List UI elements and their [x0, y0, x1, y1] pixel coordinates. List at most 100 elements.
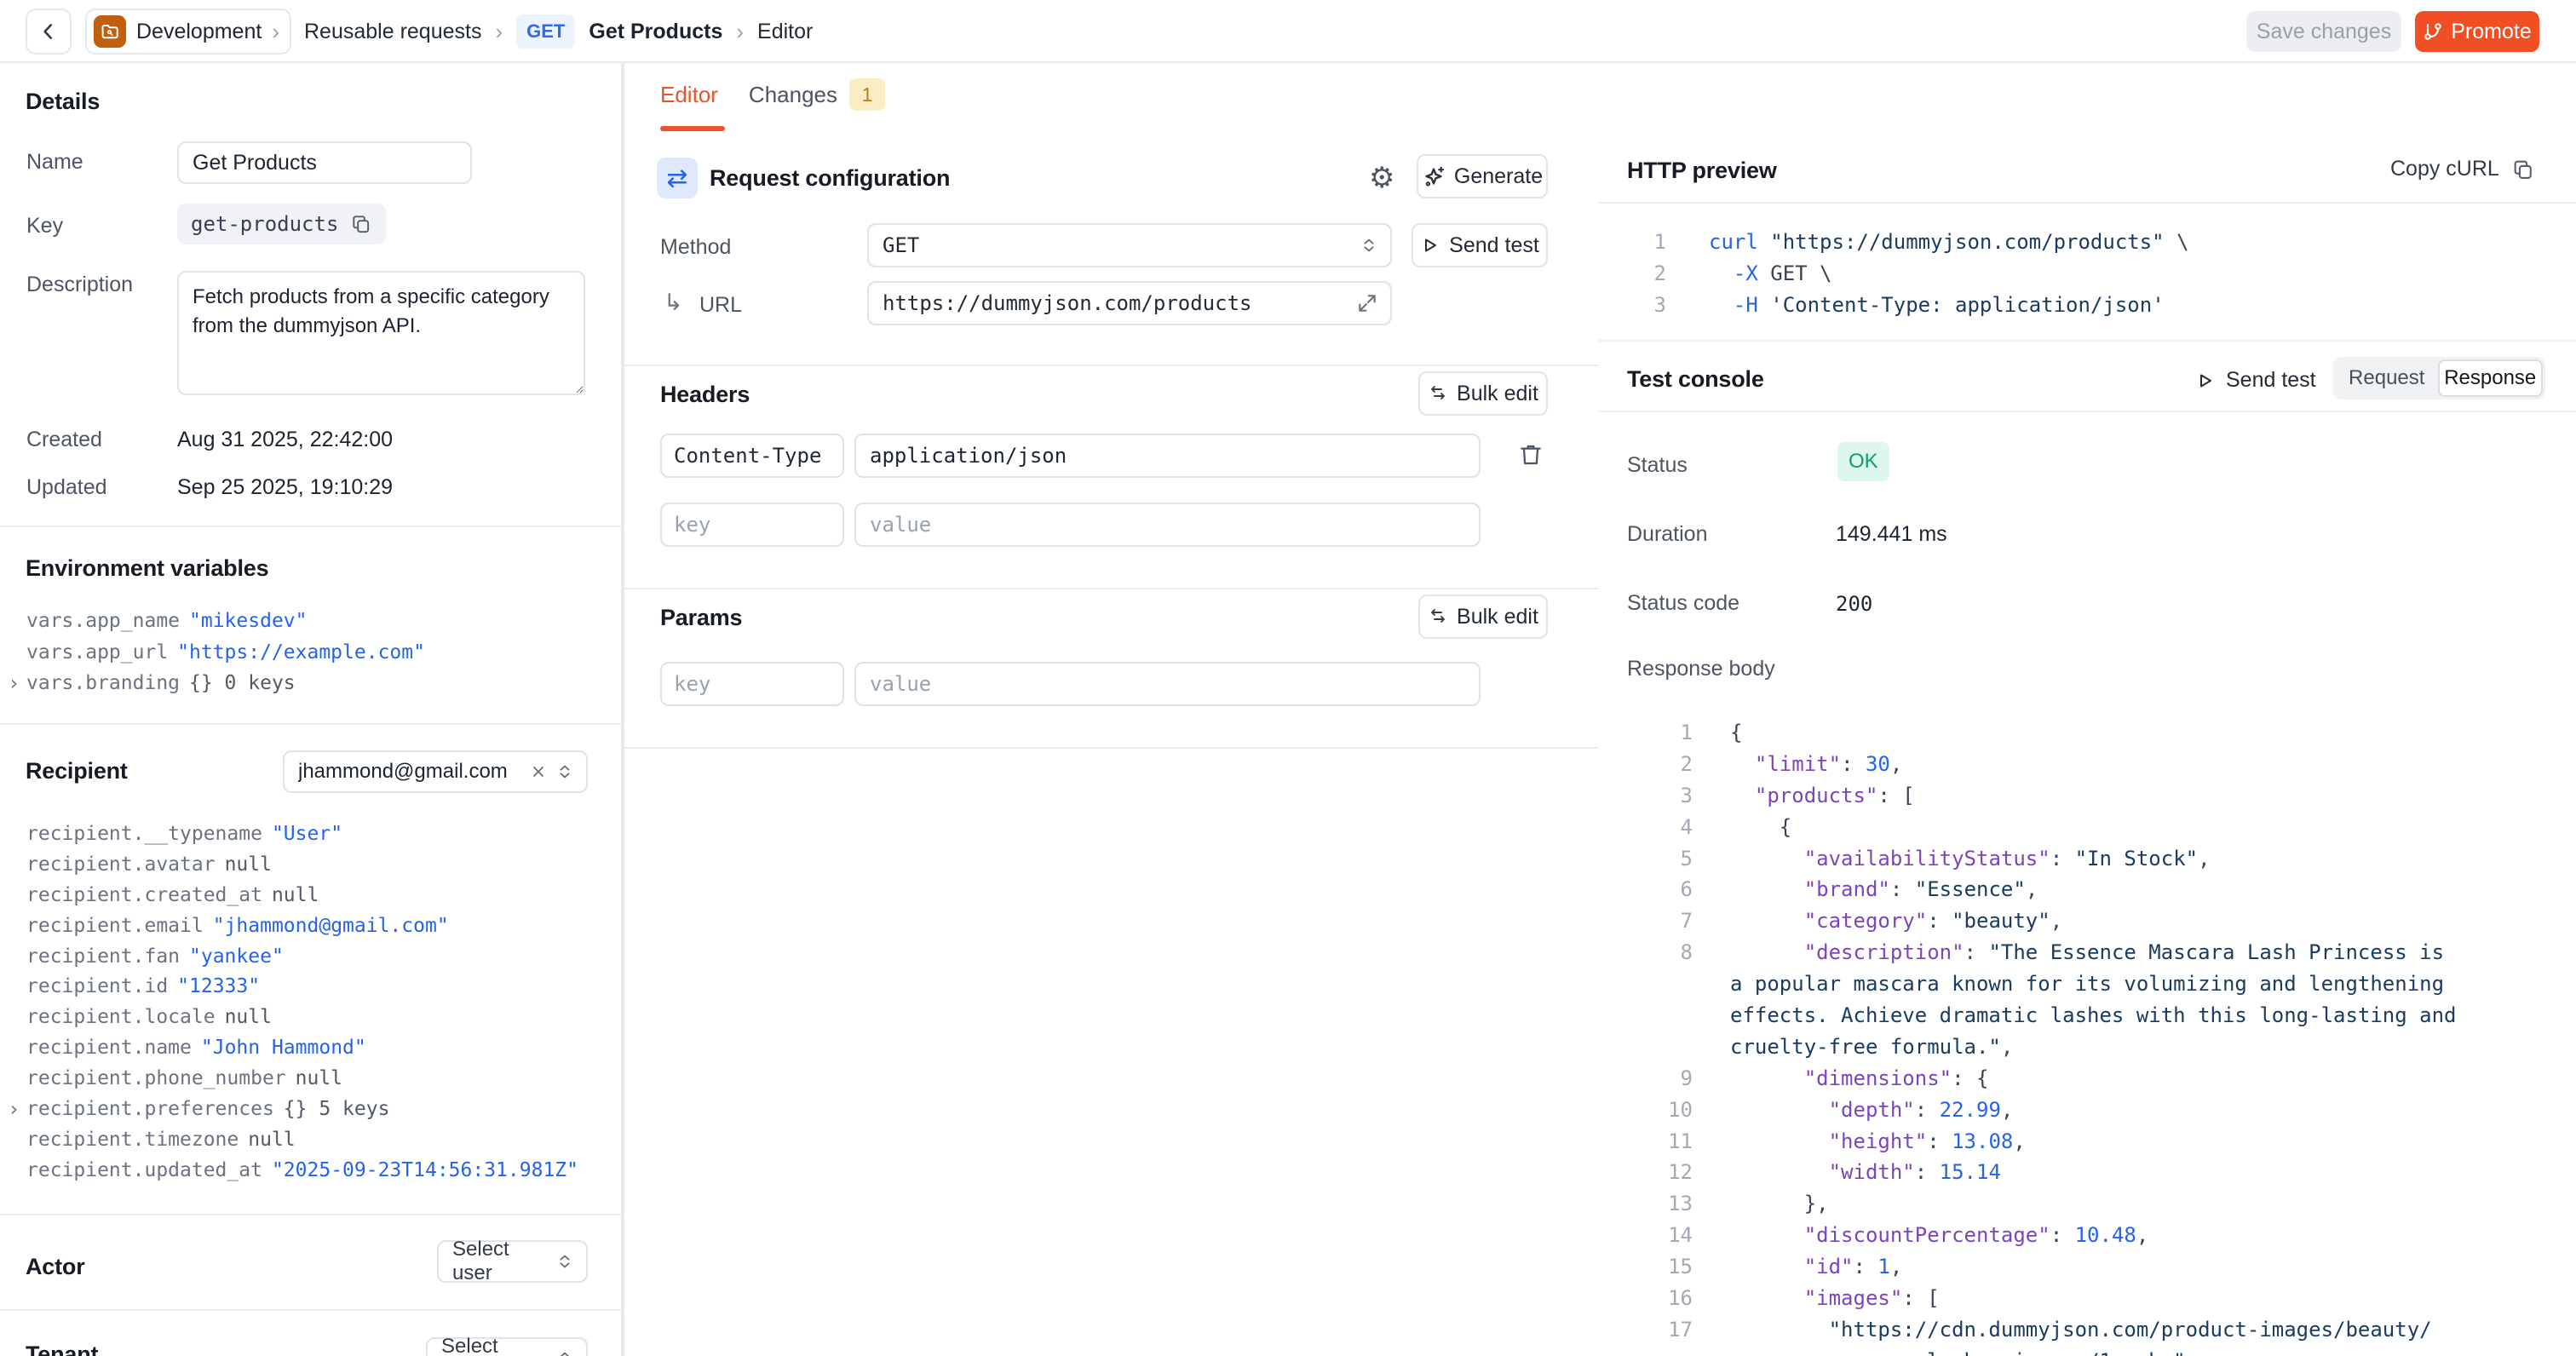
field-value: null	[296, 1067, 342, 1089]
tenant-select[interactable]: Select tenant	[426, 1337, 588, 1356]
code-text: {	[1730, 717, 1742, 749]
swap-arrows-icon	[1428, 606, 1448, 627]
actor-select[interactable]: Select user	[437, 1240, 588, 1283]
expander-icon[interactable]: ›	[8, 668, 20, 699]
field-key: vars.branding	[26, 672, 180, 694]
swap-arrows-icon	[1428, 383, 1448, 404]
line-number: 16	[1627, 1283, 1693, 1314]
recipient-select[interactable]: jhammond@gmail.com	[283, 750, 588, 793]
test-console-heading: Test console	[1627, 366, 1764, 393]
param-key-input[interactable]	[660, 662, 844, 706]
line-number: 3	[1627, 780, 1693, 812]
changes-count-badge: 1	[849, 78, 885, 111]
copy-icon[interactable]	[350, 213, 372, 235]
field-value: "jhammond@gmail.com"	[213, 915, 449, 937]
code-line: 14 "discountPercentage": 10.48,	[1627, 1220, 2567, 1251]
details-sidebar: Details Name Key get-products Descriptio…	[0, 63, 623, 1356]
field-value: {} 0 keys	[189, 672, 296, 694]
promote-button[interactable]: Promote	[2415, 11, 2539, 52]
recipient-fields-list: recipient.__typename"User" recipient.avat…	[26, 819, 604, 1186]
headers-heading: Headers	[660, 382, 750, 408]
key-chip: get-products	[177, 204, 386, 244]
status-badge: OK	[1837, 442, 1889, 481]
code-line: 1curl "https://dummyjson.com/products" \	[1627, 227, 2567, 258]
line-number: 7	[1627, 905, 1693, 937]
trash-icon[interactable]	[1517, 441, 1544, 468]
breadcrumb-reusable-requests[interactable]: Reusable requests	[304, 20, 481, 44]
field-value: "2025-09-23T14:56:31.981Z"	[272, 1159, 578, 1181]
code-line: 3 -H 'Content-Type: application/json'	[1627, 290, 2567, 321]
app-window: Development › Reusable requests › GET Ge…	[0, 0, 2576, 1356]
field-value: "https://example.com"	[177, 641, 425, 664]
recipient-field-row: recipient.id"12333"	[26, 972, 604, 1003]
chevrons-up-down-icon	[555, 1349, 574, 1356]
line-number: 10	[1627, 1095, 1693, 1126]
field-value: "John Hammond"	[201, 1037, 366, 1059]
back-button[interactable]	[26, 9, 72, 55]
header-key-chip[interactable]: Content-Type	[660, 434, 844, 478]
code-text: },	[1730, 1188, 1829, 1220]
recipient-field-row: recipient.fan"yankee"	[26, 942, 604, 973]
recipient-field-row: recipient.timezone null	[26, 1125, 604, 1156]
status-code-label: Status code	[1627, 591, 1739, 616]
created-value: Aug 31 2025, 22:42:00	[177, 428, 393, 452]
header-value-input[interactable]	[854, 434, 1481, 478]
folder-icon	[94, 15, 126, 48]
field-key: recipient.avatar	[26, 853, 216, 876]
field-value: "12333"	[177, 975, 260, 997]
code-line: 8 "description": "The Essence Mascara La…	[1627, 937, 2567, 968]
generate-button[interactable]: Generate	[1417, 154, 1548, 198]
code-text: "https://cdn.dummyjson.com/product-image…	[1730, 1314, 2432, 1346]
field-value: "User"	[272, 823, 342, 845]
console-send-test-button[interactable]: Send test	[2195, 368, 2316, 393]
toggle-request[interactable]: Request	[2336, 359, 2438, 397]
environment-variable-row: vars.app_url"https://example.com"	[26, 637, 604, 669]
tab-editor[interactable]: Editor	[660, 82, 718, 108]
method-select[interactable]: GET	[867, 223, 1392, 267]
save-changes-button[interactable]: Save changes	[2246, 11, 2401, 52]
toggle-response[interactable]: Response	[2438, 359, 2544, 397]
param-value-input[interactable]	[854, 662, 1481, 706]
duration-label: Duration	[1627, 522, 1708, 547]
headers-bulk-edit-button[interactable]: Bulk edit	[1418, 371, 1548, 416]
code-line: 1{	[1627, 717, 2567, 749]
send-test-button[interactable]: Send test	[1412, 223, 1548, 267]
gear-icon[interactable]: ⚙	[1369, 162, 1394, 194]
chevrons-up-down-icon	[555, 1252, 574, 1271]
recipient-field-row: recipient.created_atnull	[26, 881, 604, 911]
editor-panel: Editor Changes 1 ⇄ Request configuration…	[623, 63, 1599, 1356]
header-key-input[interactable]	[660, 503, 844, 547]
field-key: recipient.locale	[26, 1006, 216, 1028]
description-textarea[interactable]: Fetch products from a specific category …	[177, 271, 585, 395]
params-heading: Params	[660, 605, 742, 631]
code-text: "description": "The Essence Mascara Lash…	[1730, 937, 2444, 968]
request-response-toggle: Request Response	[2333, 357, 2545, 399]
line-number: 2	[1627, 258, 1666, 290]
chevron-right-icon: ›	[272, 19, 279, 45]
clear-icon[interactable]	[530, 763, 547, 780]
preview-panel: HTTP preview Copy cURL 1curl "https://du…	[1599, 63, 2576, 1356]
code-line: effects. Achieve dramatic lashes with th…	[1627, 1000, 2567, 1031]
copy-curl-button[interactable]: Copy cURL	[2390, 157, 2535, 181]
name-label: Name	[26, 150, 83, 175]
field-key: recipient.updated_at	[26, 1159, 262, 1181]
key-label: Key	[26, 214, 63, 238]
response-body-code: 1{2 "limit": 30,3 "products": [4 {5 "ava…	[1627, 717, 2567, 1356]
name-input[interactable]	[177, 141, 472, 184]
divider	[0, 1214, 621, 1215]
header-value-input-empty[interactable]	[854, 503, 1481, 547]
environment-switcher-chip[interactable]: Development ›	[85, 9, 291, 55]
field-key: recipient.timezone	[26, 1129, 239, 1151]
divider	[1599, 202, 2576, 204]
tab-changes[interactable]: Changes 1	[749, 78, 885, 111]
field-value: null	[248, 1129, 295, 1151]
url-input[interactable]: https://dummyjson.com/products	[867, 281, 1392, 325]
expand-icon[interactable]	[1356, 292, 1378, 314]
code-line: cruelty-free formula.",	[1627, 1031, 2567, 1063]
expander-icon[interactable]: ›	[8, 1095, 20, 1125]
params-bulk-edit-button[interactable]: Bulk edit	[1418, 595, 1548, 639]
recipient-field-row: recipient.__typename"User"	[26, 819, 604, 850]
line-number	[1627, 1346, 1693, 1356]
divider	[623, 63, 624, 1356]
line-number	[1627, 1000, 1693, 1031]
